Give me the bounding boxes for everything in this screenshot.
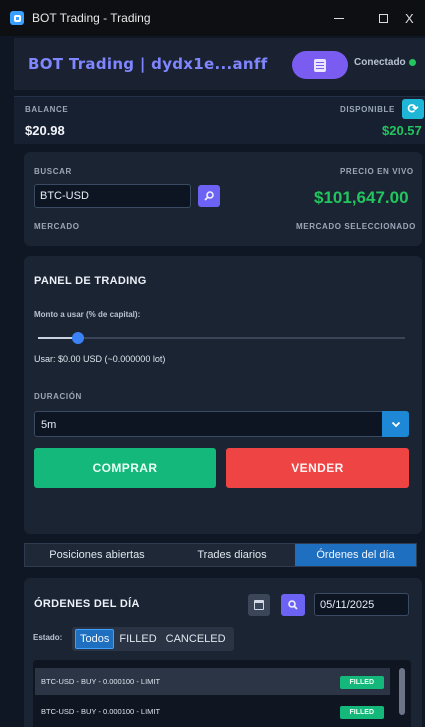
- live-price-label: PRECIO EN VIVO: [340, 167, 414, 176]
- slider-thumb[interactable]: [72, 332, 85, 344]
- orders-title: ÓRDENES DEL DÍA: [34, 598, 140, 610]
- trading-panel-title: PANEL DE TRADING: [34, 275, 147, 287]
- balance-label: BALANCE: [25, 105, 69, 114]
- window-titlebar: BOT Trading - Trading X: [0, 0, 425, 36]
- live-price-value: $101,647.00: [314, 188, 409, 207]
- window-title: BOT Trading - Trading: [32, 11, 151, 25]
- duration-select[interactable]: 5m: [34, 411, 409, 437]
- use-amount-text: Usar: $0.00 USD (~0.000000 lot): [34, 354, 166, 364]
- orders-scrollbar[interactable]: [399, 668, 405, 715]
- order-text: BTC-USD - BUY - 0.000100 - LIMIT: [41, 707, 161, 716]
- tab-open-positions[interactable]: Posiciones abiertas: [25, 544, 169, 566]
- orders-search-button[interactable]: [281, 594, 305, 616]
- status-filter-label: Estado:: [33, 633, 63, 642]
- amount-label: Monto a usar (% de capital):: [34, 310, 141, 319]
- market-search-input[interactable]: [34, 184, 191, 208]
- app-icon: [10, 11, 24, 25]
- connection-status: Conectado: [354, 57, 416, 68]
- filter-all[interactable]: Todos: [75, 629, 115, 649]
- minimize-icon: [334, 17, 344, 19]
- close-button[interactable]: X: [405, 0, 425, 36]
- duration-dropdown-button[interactable]: [382, 411, 409, 437]
- calendar-icon: [254, 600, 264, 610]
- order-row[interactable]: BTC-USD - BUY - 0.000100 - LIMIT FILLED: [35, 668, 390, 695]
- filter-canceled[interactable]: CANCELED: [162, 630, 230, 648]
- available-value: $20.57: [382, 123, 422, 138]
- magnifier-icon: [288, 600, 298, 610]
- refresh-button[interactable]: ⟳: [402, 99, 424, 119]
- market-search-card: BUSCAR PRECIO EN VIVO $101,647.00 MERCAD…: [24, 152, 422, 246]
- maximize-icon: [378, 13, 388, 23]
- filter-filled[interactable]: FILLED: [115, 630, 160, 648]
- minimize-button[interactable]: [317, 0, 361, 36]
- app-header: BOT Trading | dydx1e...anff Conectado: [14, 38, 425, 90]
- selected-market-label: MERCADO SELECCIONADO: [296, 222, 417, 231]
- wallet-icon: [314, 58, 326, 72]
- status-dot-icon: [408, 59, 416, 66]
- wallet-button[interactable]: [292, 51, 348, 79]
- amount-slider[interactable]: [38, 332, 405, 344]
- trading-panel: PANEL DE TRADING Monto a usar (% de capi…: [24, 256, 422, 534]
- duration-label: DURACIÓN: [34, 392, 82, 401]
- market-label: MERCADO: [34, 222, 80, 231]
- sell-button[interactable]: VENDER: [226, 448, 409, 488]
- refresh-icon: ⟳: [407, 101, 419, 116]
- orders-list: BTC-USD - BUY - 0.000100 - LIMIT FILLED …: [33, 660, 411, 727]
- buy-button[interactable]: COMPRAR: [34, 448, 216, 488]
- orders-date-input[interactable]: [314, 593, 409, 616]
- connection-status-text: Conectado: [354, 57, 406, 68]
- order-row[interactable]: BTC-USD - BUY - 0.000100 - LIMIT FILLED: [35, 698, 390, 725]
- bottom-tabs: Posiciones abiertas Trades diarios Órden…: [24, 543, 417, 567]
- duration-value: 5m: [41, 419, 57, 431]
- calendar-button[interactable]: [248, 594, 270, 616]
- status-filter: Todos FILLED CANCELED: [72, 627, 234, 651]
- search-button[interactable]: [198, 185, 220, 207]
- daily-orders-card: ÓRDENES DEL DÍA Estado: Todos FILLED CAN…: [24, 578, 422, 727]
- window-controls: X: [317, 0, 425, 36]
- chevron-down-icon: [391, 421, 400, 427]
- search-label: BUSCAR: [34, 167, 72, 176]
- available-label: DISPONIBLE: [340, 105, 395, 114]
- tab-daily-orders[interactable]: Órdenes del día: [295, 544, 416, 566]
- order-status-badge: FILLED: [339, 676, 384, 689]
- order-text: BTC-USD - BUY - 0.000100 - LIMIT: [41, 677, 161, 686]
- order-status-badge: FILLED: [339, 706, 384, 719]
- search-icon: [204, 191, 214, 201]
- balance-bar: BALANCE $20.98 DISPONIBLE ⟳ $20.57: [14, 96, 425, 144]
- tab-daily-trades[interactable]: Trades diarios: [169, 544, 295, 566]
- header-title: BOT Trading | dydx1e...anff: [28, 55, 268, 73]
- maximize-button[interactable]: [361, 0, 405, 36]
- balance-value: $20.98: [25, 123, 65, 138]
